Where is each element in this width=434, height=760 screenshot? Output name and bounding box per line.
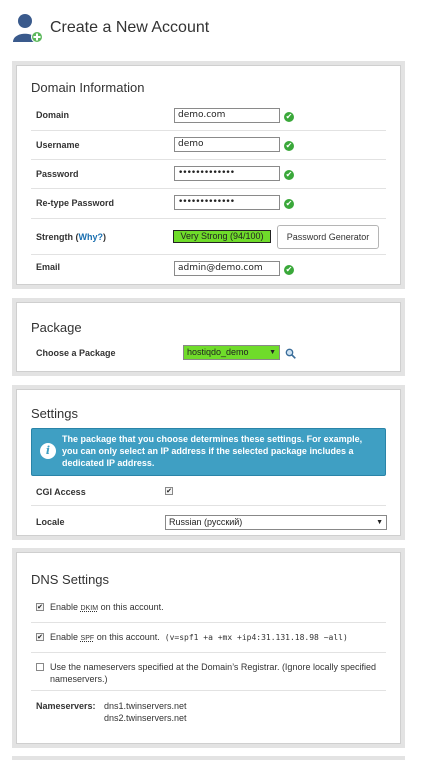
- nameservers-label: Nameservers:: [36, 701, 96, 711]
- search-icon[interactable]: [285, 346, 296, 364]
- spf-abbr: SPF: [80, 635, 95, 642]
- nameserver-2: dns2.twinservers.net: [104, 713, 187, 723]
- package-panel: Package Choose a Package hostiqdo_demo ▼: [12, 298, 405, 376]
- page-title: Create a New Account: [50, 19, 210, 36]
- nameservers-row: Nameservers: dns1.twinservers.net dns2.t…: [31, 691, 386, 731]
- cgi-access-row: CGI Access ✔: [31, 480, 386, 506]
- domain-valid-icon: ✔: [284, 112, 294, 122]
- chevron-down-icon: ▼: [376, 519, 383, 526]
- password-row: Password ••••••••••••• ✔: [31, 160, 386, 189]
- password-valid-icon: ✔: [284, 170, 294, 180]
- password-label: Password: [36, 169, 79, 179]
- username-row: Username demo ✔: [31, 131, 386, 160]
- cgi-access-checkbox[interactable]: ✔: [165, 487, 173, 495]
- spf-record: (v=spf1 +a +mx +ip4:31.131.18.98 ~all): [164, 633, 348, 642]
- package-title: Package: [31, 320, 82, 335]
- settings-info-text: The package that you choose determines t…: [62, 434, 363, 468]
- domain-input[interactable]: demo.com: [174, 108, 280, 123]
- locale-select-value: Russian (русский): [169, 517, 243, 527]
- package-select-value: hostiqdo_demo: [187, 347, 249, 357]
- dkim-abbr: DKIM: [80, 605, 99, 612]
- dns-settings-title: DNS Settings: [31, 572, 110, 587]
- settings-title: Settings: [31, 406, 78, 421]
- strength-label: Strength (Why?): [36, 232, 106, 242]
- username-input[interactable]: demo: [174, 137, 280, 152]
- spf-row: ✔ Enable SPF on this account. (v=spf1 +a…: [31, 623, 386, 653]
- dkim-row: ✔ Enable DKIM on this account.: [31, 593, 386, 623]
- dkim-suffix: on this account.: [100, 602, 164, 612]
- registrar-nameservers-text: Use the nameservers specified at the Dom…: [50, 662, 376, 684]
- add-user-icon: [12, 12, 44, 44]
- choose-package-label: Choose a Package: [36, 348, 116, 358]
- password-strength-meter: Very Strong (94/100): [173, 230, 271, 243]
- email-input[interactable]: admin@demo.com: [174, 261, 280, 276]
- strength-label-text: Strength (: [36, 232, 79, 242]
- dkim-prefix: Enable: [50, 602, 79, 612]
- locale-select[interactable]: Russian (русский) ▼: [165, 515, 387, 530]
- next-panel-edge: [12, 756, 405, 760]
- spf-suffix: on this account.: [96, 632, 160, 642]
- dkim-checkbox[interactable]: ✔: [36, 603, 44, 611]
- spf-checkbox[interactable]: ✔: [36, 633, 44, 641]
- strength-label-close: ): [103, 232, 106, 242]
- chevron-down-icon: ▼: [269, 349, 276, 356]
- password-input[interactable]: •••••••••••••: [174, 166, 280, 181]
- email-label: Email: [36, 262, 61, 272]
- dkim-text: Enable DKIM on this account.: [50, 601, 164, 615]
- settings-info-alert: i The package that you choose determines…: [31, 428, 386, 476]
- retype-password-input[interactable]: •••••••••••••: [174, 195, 280, 210]
- retype-password-row: Re-type Password ••••••••••••• ✔: [31, 189, 386, 219]
- page-header: Create a New Account: [12, 12, 209, 44]
- spf-prefix: Enable: [50, 632, 79, 642]
- locale-row: Locale Russian (русский) ▼: [31, 506, 387, 534]
- spf-text: Enable SPF on this account. (v=spf1 +a +…: [50, 631, 348, 645]
- dns-settings-panel: DNS Settings ✔ Enable DKIM on this accou…: [12, 548, 405, 748]
- domain-information-title: Domain Information: [31, 80, 145, 95]
- nameserver-1: dns1.twinservers.net: [104, 701, 187, 711]
- domain-information-panel: Domain Information Domain demo.com ✔ Use…: [12, 61, 405, 289]
- domain-label: Domain: [36, 110, 70, 120]
- username-label: Username: [36, 140, 80, 150]
- password-generator-button[interactable]: Password Generator: [277, 225, 379, 249]
- retype-password-label: Re-type Password: [36, 198, 115, 208]
- package-select[interactable]: hostiqdo_demo ▼: [183, 345, 280, 360]
- cgi-access-label: CGI Access: [36, 487, 86, 497]
- locale-label: Locale: [36, 517, 65, 527]
- settings-panel: Settings i The package that you choose d…: [12, 385, 405, 540]
- retype-password-valid-icon: ✔: [284, 199, 294, 209]
- strength-row: Strength (Why?) Very Strong (94/100) Pas…: [31, 219, 386, 255]
- email-valid-icon: ✔: [284, 265, 294, 275]
- registrar-nameservers-row: Use the nameservers specified at the Dom…: [31, 653, 386, 691]
- info-icon: i: [40, 443, 56, 459]
- registrar-nameservers-checkbox[interactable]: [36, 663, 44, 671]
- username-valid-icon: ✔: [284, 141, 294, 151]
- email-row: Email admin@demo.com ✔: [31, 255, 386, 283]
- why-link[interactable]: Why?: [79, 232, 104, 242]
- domain-row: Domain demo.com ✔: [31, 102, 386, 131]
